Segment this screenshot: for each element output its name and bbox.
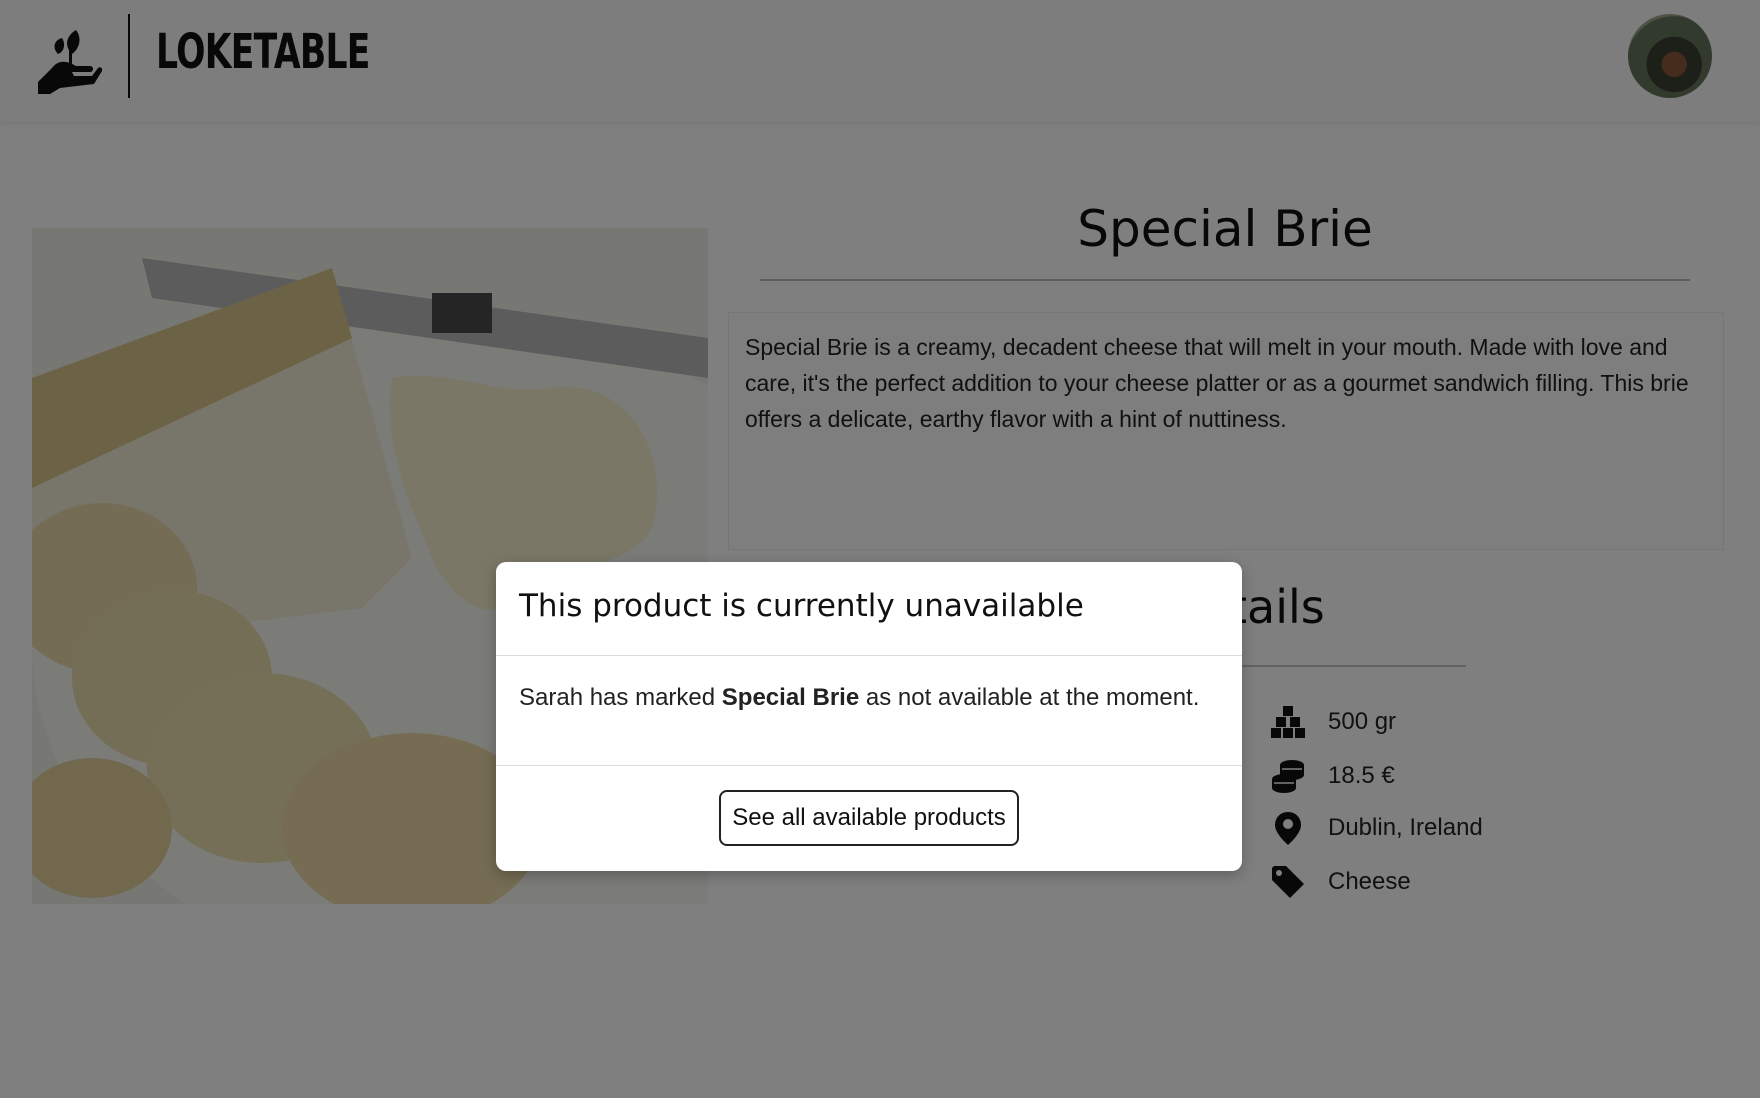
modal-title: This product is currently unavailable	[519, 588, 1084, 624]
modal-message: Sarah has marked Special Brie as not ava…	[519, 684, 1199, 712]
modal-message-suffix: as not available at the moment.	[865, 684, 1200, 711]
modal-message-product: Special Brie	[721, 684, 860, 711]
modal-header-divider	[496, 655, 1242, 656]
see-all-products-button[interactable]: See all available products	[719, 790, 1019, 846]
unavailable-modal: This product is currently unavailable Sa…	[496, 562, 1242, 871]
modal-message-prefix: Sarah has marked	[519, 684, 716, 711]
modal-backdrop[interactable]	[0, 0, 1760, 1098]
modal-footer-divider	[496, 765, 1242, 766]
